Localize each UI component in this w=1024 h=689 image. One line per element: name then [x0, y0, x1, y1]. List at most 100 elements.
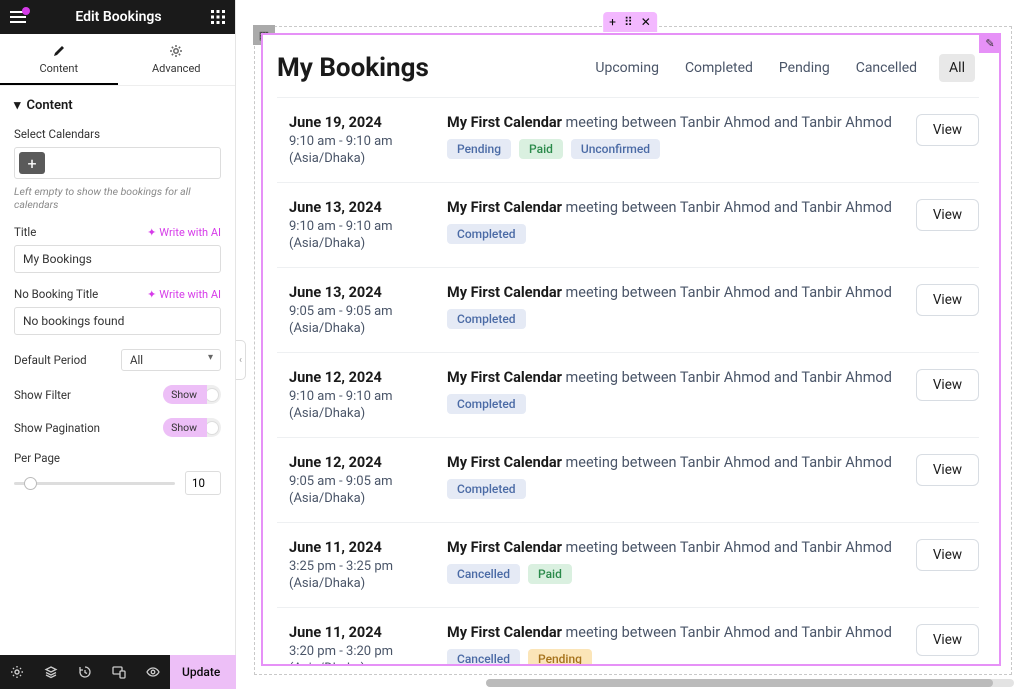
- status-tag: Unconfirmed: [571, 139, 660, 159]
- section-frame: ▦ ✎ My Bookings Upcoming Completed Pendi…: [254, 26, 1012, 675]
- sparkle-icon: ✦: [147, 288, 156, 301]
- booking-time: 9:10 am - 9:10 am: [289, 134, 427, 149]
- scrollbar-thumb[interactable]: [486, 679, 993, 687]
- preview-canvas: ‹ + ⠿ ✕ ▦ ✎ My Bookings Upcoming Complet…: [236, 0, 1024, 689]
- filter-tabs: Upcoming Completed Pending Cancelled All: [591, 54, 979, 82]
- tab-content-label: Content: [39, 62, 78, 75]
- widget-selected-frame[interactable]: ✎ My Bookings Upcoming Completed Pending…: [261, 33, 1001, 666]
- element-handle[interactable]: + ⠿ ✕: [603, 12, 657, 32]
- drag-handle-icon[interactable]: ⠿: [624, 15, 633, 29]
- toggle-knob: [205, 388, 219, 402]
- booking-timezone: (Asia/Dhaka): [289, 491, 427, 506]
- per-page-value-input[interactable]: [185, 471, 221, 495]
- view-button[interactable]: View: [916, 199, 979, 231]
- no-booking-title-label: No Booking Title: [14, 287, 98, 301]
- per-page-slider[interactable]: [14, 482, 175, 485]
- filter-cancelled[interactable]: Cancelled: [852, 54, 921, 82]
- gear-icon: [118, 44, 236, 58]
- select-calendars-hint: Left empty to show the bookings for all …: [14, 185, 221, 211]
- status-tag: Completed: [447, 309, 526, 329]
- booking-description: My First Calendar meeting between Tanbir…: [447, 284, 896, 301]
- booking-date: June 13, 2024: [289, 284, 427, 301]
- booking-date: June 19, 2024: [289, 114, 427, 131]
- show-pagination-toggle[interactable]: Show: [163, 418, 221, 437]
- view-button[interactable]: View: [916, 284, 979, 316]
- filter-all[interactable]: All: [939, 54, 975, 82]
- title-input[interactable]: [14, 245, 221, 273]
- title-field-label: Title: [14, 225, 36, 239]
- section-content[interactable]: ▾ Content: [14, 98, 221, 113]
- sidebar-header: Edit Bookings: [0, 0, 235, 34]
- slider-thumb[interactable]: [24, 477, 37, 490]
- tab-content[interactable]: Content: [0, 34, 118, 85]
- status-tag: Completed: [447, 479, 526, 499]
- default-period-label: Default Period: [14, 353, 87, 367]
- editor-sidebar: Edit Bookings Content Advanced ▾ Content…: [0, 0, 236, 689]
- view-button[interactable]: View: [916, 114, 979, 146]
- select-calendars-field[interactable]: +: [14, 147, 221, 179]
- view-button[interactable]: View: [916, 369, 979, 401]
- booking-time: 9:05 am - 9:05 am: [289, 304, 427, 319]
- write-with-ai-button-2[interactable]: ✦ Write with AI: [147, 288, 221, 301]
- notification-dot-icon: [22, 7, 30, 15]
- booking-description: My First Calendar meeting between Tanbir…: [447, 199, 896, 216]
- booking-description: My First Calendar meeting between Tanbir…: [447, 369, 896, 386]
- booking-timezone: (Asia/Dhaka): [289, 576, 427, 591]
- booking-item: June 13, 2024 9:05 am - 9:05 am (Asia/Dh…: [277, 267, 979, 352]
- horizontal-scrollbar[interactable]: [486, 679, 1014, 687]
- history-icon[interactable]: [68, 655, 102, 689]
- booking-item: June 11, 2024 3:25 pm - 3:25 pm (Asia/Dh…: [277, 522, 979, 607]
- menu-icon[interactable]: [10, 11, 26, 23]
- sidebar-footer: Update ⌃: [0, 655, 235, 689]
- filter-completed[interactable]: Completed: [681, 54, 757, 82]
- default-period-select[interactable]: All: [121, 349, 221, 371]
- edit-widget-icon[interactable]: ✎: [979, 33, 1001, 53]
- booking-description: My First Calendar meeting between Tanbir…: [447, 114, 896, 131]
- view-button[interactable]: View: [916, 539, 979, 571]
- booking-item: June 13, 2024 9:10 am - 9:10 am (Asia/Dh…: [277, 182, 979, 267]
- booking-time: 3:20 pm - 3:20 pm: [289, 644, 427, 659]
- booking-item: June 12, 2024 9:10 am - 9:10 am (Asia/Dh…: [277, 352, 979, 437]
- pencil-icon: [0, 44, 118, 58]
- bookings-title: My Bookings: [277, 53, 429, 83]
- close-icon[interactable]: ✕: [641, 15, 651, 29]
- sidebar-title: Edit Bookings: [34, 9, 203, 25]
- write-with-ai-button[interactable]: ✦ Write with AI: [147, 226, 221, 239]
- show-pagination-label: Show Pagination: [14, 421, 100, 435]
- booking-timezone: (Asia/Dhaka): [289, 661, 427, 664]
- view-button[interactable]: View: [916, 454, 979, 486]
- per-page-label: Per Page: [14, 451, 221, 465]
- booking-timezone: (Asia/Dhaka): [289, 151, 427, 166]
- booking-time: 3:25 pm - 3:25 pm: [289, 559, 427, 574]
- booking-description: My First Calendar meeting between Tanbir…: [447, 454, 896, 471]
- booking-date: June 11, 2024: [289, 539, 427, 556]
- preview-icon[interactable]: [136, 655, 170, 689]
- section-title: Content: [27, 98, 73, 113]
- apps-grid-icon[interactable]: [211, 10, 225, 24]
- filter-pending[interactable]: Pending: [775, 54, 834, 82]
- booking-timezone: (Asia/Dhaka): [289, 321, 427, 336]
- status-tag: Pending: [528, 649, 592, 664]
- status-tag: Pending: [447, 139, 511, 159]
- booking-time: 9:10 am - 9:10 am: [289, 389, 427, 404]
- booking-description: My First Calendar meeting between Tanbir…: [447, 624, 896, 641]
- tab-advanced[interactable]: Advanced: [118, 34, 236, 85]
- booking-timezone: (Asia/Dhaka): [289, 236, 427, 251]
- booking-item: June 11, 2024 3:20 pm - 3:20 pm (Asia/Dh…: [277, 607, 979, 664]
- status-tag: Cancelled: [447, 564, 520, 584]
- add-section-icon[interactable]: +: [609, 15, 616, 29]
- status-tag: Completed: [447, 394, 526, 414]
- no-booking-input[interactable]: [14, 307, 221, 335]
- filter-upcoming[interactable]: Upcoming: [591, 54, 663, 82]
- view-button[interactable]: View: [916, 624, 979, 656]
- add-calendar-button[interactable]: +: [19, 152, 45, 174]
- settings-icon[interactable]: [0, 655, 34, 689]
- responsive-icon[interactable]: [102, 655, 136, 689]
- booking-time: 9:10 am - 9:10 am: [289, 219, 427, 234]
- collapse-sidebar-handle[interactable]: ‹: [236, 340, 246, 380]
- layers-icon[interactable]: [34, 655, 68, 689]
- show-filter-toggle[interactable]: Show: [163, 385, 221, 404]
- caret-down-icon: ▾: [14, 98, 21, 113]
- status-tag: Cancelled: [447, 649, 520, 664]
- panel-body: ▾ Content Select Calendars + Left empty …: [0, 86, 235, 655]
